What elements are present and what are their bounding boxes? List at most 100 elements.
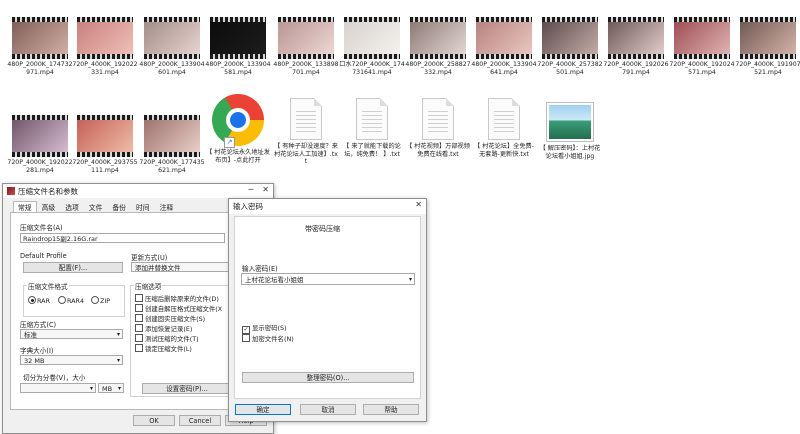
close-icon[interactable]: ✕ [415,200,422,209]
desktop-file-video[interactable]: 720P_4000K_293755111.mp4 [72,115,138,174]
text-file-icon [488,98,520,140]
file-name: 【 解压密码】：上村花论坛看小姐姐.jpg [539,145,601,160]
desktop-file-video[interactable]: 720P_4000K_191907521.mp4 [735,17,800,76]
option-test[interactable]: 测试压缩的文件(T) [135,334,199,343]
desktop-file-video[interactable]: 480P_2000K_133904641.mp4 [471,17,537,76]
show-password-label: 显示密码(S) [252,324,287,332]
archive-name-label: 压缩文件名(A) [20,224,63,232]
desktop-file-video[interactable]: 720P_4000K_192024571.mp4 [669,17,735,76]
file-name: 480P_2000K_133904601.mp4 [139,61,205,76]
checkmark-icon: ✓ [242,326,250,334]
desktop-file-txt[interactable]: 【 村花视频】万部视频免费在线看.txt [405,98,471,158]
password-heading: 带密码压缩 [305,225,340,233]
option-recovery[interactable]: 添加恢复记录(E) [135,324,192,333]
profile-button[interactable]: 配置(F)... [23,262,123,273]
option-solid[interactable]: 创建固实压缩文件(S) [135,314,205,323]
desktop-file-video[interactable]: 480P_2000K_174732971.mp4 [7,17,73,76]
format-zip-radio[interactable]: ZIP [91,296,110,305]
video-thumbnail-icon [476,17,532,59]
encrypt-names-checkbox[interactable]: 加密文件名(N) [242,334,294,343]
option-sfx[interactable]: 创建自解压格式压缩文件(X [135,304,222,313]
desktop-file-txt[interactable]: 【 村花论坛】全免费-无套路-更新快.txt [471,98,537,158]
password-cancel-button[interactable]: 取消 [300,404,356,415]
dict-label: 字典大小(I) [20,347,54,355]
password-input[interactable]: 上村花论坛看小姐姐 ▾ [241,273,415,285]
film-strip [542,17,598,22]
file-name: 【 村花视频】万部视频免费在线看.txt [406,143,470,158]
cancel-button[interactable]: Cancel [179,415,221,426]
archive-dialog-title: 压缩文件名和参数 [18,186,78,196]
desktop-file-video[interactable]: 720P_4000K_192026791.mp4 [603,17,669,76]
password-help-button[interactable]: 帮助 [363,404,419,415]
desktop-file-video[interactable]: 480P_2000K_133898701.mp4 [273,17,339,76]
password-panel: 带密码压缩 输入密码(E) 上村花论坛看小姐姐 ▾ ✓ 显示密码(S) 加密文件名(… [234,216,421,399]
password-dialog-titlebar[interactable]: 输入密码 ✕ [229,199,426,214]
archive-dialog-titlebar[interactable]: 压缩文件名和参数 ─ ✕ [3,184,273,198]
video-thumbnail-icon [542,17,598,59]
desktop-file-video[interactable]: 480P_2000K_133904581.mp4 [205,17,271,76]
method-select[interactable]: 标准 ▾ [20,329,123,339]
option-delete-after[interactable]: 压缩后删除原来的文件(D) [135,294,219,303]
file-name: 720P_4000K_177435621.mp4 [139,159,205,174]
show-password-checkbox[interactable]: ✓ 显示密码(S) [242,323,287,334]
film-strip [608,54,664,59]
update-mode-select[interactable]: 添加并替换文件 [131,262,241,272]
film-strip [210,54,266,59]
format-rar4-radio[interactable]: RAR4 [58,296,84,305]
confirm-button[interactable]: 确定 [235,404,291,415]
split-unit-select[interactable]: MB ▾ [98,383,124,393]
film-strip [410,17,466,22]
film-strip [144,17,200,22]
text-file-icon [356,98,388,140]
dict-value: 32 MB [24,357,45,365]
desktop-file-video[interactable]: 480P_2000K_133904601.mp4 [139,17,205,76]
file-name: 720P_4000K_192026791.mp4 [603,61,669,76]
file-name: 480P_2000K_133898701.mp4 [273,61,339,76]
video-thumbnail-icon [410,17,466,59]
file-name: 720P_4000K_192022281.mp4 [7,159,73,174]
radio-off-icon [58,296,66,304]
chevron-down-icon: ▾ [116,357,120,364]
option-label: 锁定压缩文件(L) [145,345,192,353]
checkbox-icon [135,344,143,352]
close-icon[interactable]: ✕ [262,185,269,194]
desktop-file-txt[interactable]: 【 来了就能下载的论坛，纯免费！ 】.txt [339,98,405,158]
desktop-file-video[interactable]: 720P_4000K_192022331.mp4 [72,17,138,76]
dict-select[interactable]: 32 MB ▾ [20,355,123,365]
archive-name-input[interactable]: Raindrop15副2.16G.rar [20,233,225,243]
video-thumbnail-icon [210,17,266,59]
film-strip [144,115,200,120]
desktop-file-chrome[interactable]: ↗ 【 村花论坛永久地址发布页】-点此打开 [205,94,271,164]
password-dialog: 输入密码 ✕ 带密码压缩 输入密码(E) 上村花论坛看小姐姐 ▾ ✓ 显示密码(S)… [228,198,427,422]
video-thumbnail-icon [144,115,200,157]
minimize-icon[interactable]: ─ [248,185,253,194]
organize-passwords-button[interactable]: 整理密码(O)... [242,372,414,383]
film-strip [476,17,532,22]
film-strip [77,54,133,59]
video-thumbnail-icon [12,115,68,157]
option-label: 创建自解压格式压缩文件(X [145,305,223,313]
desktop-file-video[interactable]: 720P_4000K_177435621.mp4 [139,115,205,174]
desktop-file-video[interactable]: 720P_4000K_257382501.mp4 [537,17,603,76]
desktop-file-video[interactable]: 口水720P_4000K_174731641.mp4 [339,17,405,76]
format-rar-radio[interactable]: RAR [28,296,50,305]
chevron-down-icon: ▾ [89,385,93,392]
option-lock[interactable]: 锁定压缩文件(L) [135,344,192,353]
desktop-file-image[interactable]: 【 解压密码】：上村花论坛看小姐姐.jpg [537,102,603,160]
checkbox-icon [135,314,143,322]
split-size-select[interactable]: ▾ [20,383,96,393]
desktop-file-video[interactable]: 480P_2000K_258827332.mp4 [405,17,471,76]
film-strip [608,17,664,22]
set-password-button[interactable]: 设置密码(P)... [142,383,232,394]
video-thumbnail-icon [77,17,133,59]
video-thumbnail-icon [740,17,796,59]
ok-button[interactable]: OK [133,415,175,426]
checkbox-icon [135,294,143,302]
film-strip [77,152,133,157]
file-name: 720P_4000K_191907521.mp4 [735,61,800,76]
desktop-file-video[interactable]: 720P_4000K_192022281.mp4 [7,115,73,174]
split-unit-value: MB [102,385,113,393]
desktop-file-txt[interactable]: 【 有种子却没速度？来村花论坛人工加速】.txt [273,98,339,166]
split-label: 切分为分卷(V)，大小 [23,374,86,382]
image-file-icon [546,102,594,142]
